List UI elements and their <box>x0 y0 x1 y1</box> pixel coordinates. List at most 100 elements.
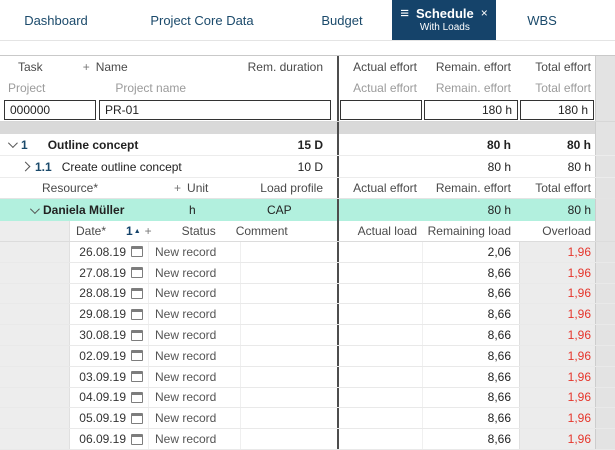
remaining-load-cell[interactable]: 8,66 <box>423 304 519 324</box>
calendar-icon[interactable] <box>126 412 148 424</box>
load-comment-cell[interactable] <box>240 283 337 304</box>
tab-schedule[interactable]: ≡ Schedule With Loads × <box>392 0 496 40</box>
tab-wbs[interactable]: WBS <box>496 0 588 40</box>
load-date-cell[interactable]: 03.09.19 <box>70 370 126 384</box>
load-comment-cell[interactable] <box>240 325 337 345</box>
load-status-cell[interactable]: New record <box>148 345 240 366</box>
actual-load-cell[interactable] <box>339 387 423 408</box>
tab-project-core-data[interactable]: Project Core Data <box>112 0 292 40</box>
load-comment-cell[interactable] <box>240 387 337 408</box>
calendar-icon[interactable] <box>126 267 148 279</box>
load-status-cell[interactable]: New record <box>148 242 240 262</box>
actual-load-cell[interactable] <box>339 429 423 449</box>
scrollbar-track[interactable] <box>595 242 615 262</box>
project-total-effort-field[interactable]: 180 h <box>520 99 594 120</box>
load-comment-cell[interactable] <box>240 429 337 449</box>
remaining-load-cell[interactable]: 8,66 <box>423 429 519 449</box>
calendar-icon[interactable] <box>126 308 148 320</box>
scrollbar-track[interactable] <box>595 56 615 78</box>
add-resource-icon[interactable]: + <box>174 181 181 195</box>
actual-load-cell[interactable] <box>339 325 423 345</box>
project-id-field[interactable]: 000000 <box>4 99 96 120</box>
scrollbar-track[interactable] <box>595 156 615 177</box>
task-name[interactable]: Create outline concept <box>62 160 182 174</box>
actual-load-cell[interactable] <box>339 345 423 366</box>
actual-load-cell[interactable] <box>339 262 423 283</box>
hamburger-menu-icon[interactable]: ≡ <box>400 5 409 22</box>
load-comment-cell[interactable] <box>240 366 337 387</box>
load-status-cell[interactable]: New record <box>148 325 240 345</box>
project-remain-effort-field[interactable]: 180 h <box>424 99 518 120</box>
scrollbar-track[interactable] <box>595 122 615 134</box>
resource-row-selected[interactable]: Daniela Müller h CAP 80 h 80 h <box>0 199 615 221</box>
load-status-cell[interactable]: New record <box>148 387 240 408</box>
load-date-cell[interactable]: 30.08.19 <box>70 328 126 342</box>
load-date-cell[interactable]: 26.08.19 <box>70 245 126 259</box>
calendar-icon[interactable] <box>126 371 148 383</box>
resource-name[interactable]: Daniela Müller <box>43 203 189 217</box>
load-date-cell[interactable]: 04.09.19 <box>70 390 126 404</box>
remaining-load-cell[interactable]: 8,66 <box>423 408 519 428</box>
calendar-icon[interactable] <box>126 246 148 258</box>
load-comment-cell[interactable] <box>240 262 337 283</box>
load-status-cell[interactable]: New record <box>148 283 240 304</box>
load-status-cell[interactable]: New record <box>148 262 240 283</box>
scrollbar-track[interactable] <box>595 408 615 429</box>
add-load-record-icon[interactable]: + <box>145 224 152 238</box>
load-status-cell[interactable]: New record <box>148 429 240 449</box>
scrollbar-track[interactable] <box>595 199 615 221</box>
scrollbar-track[interactable] <box>595 98 615 121</box>
calendar-icon[interactable] <box>126 433 148 445</box>
sort-ascending-control[interactable]: 1 ▲ <box>126 224 141 238</box>
load-comment-cell[interactable] <box>240 304 337 325</box>
load-date-cell[interactable]: 02.09.19 <box>70 349 126 363</box>
load-date-cell[interactable]: 27.08.19 <box>70 266 126 280</box>
chevron-down-icon[interactable] <box>29 203 40 214</box>
tab-dashboard[interactable]: Dashboard <box>0 0 112 40</box>
scrollbar-track[interactable] <box>595 345 615 366</box>
scrollbar-track[interactable] <box>595 387 615 408</box>
remaining-load-cell[interactable]: 8,66 <box>423 367 519 387</box>
remaining-load-cell[interactable]: 8,66 <box>423 325 519 345</box>
actual-load-cell[interactable] <box>339 242 423 262</box>
scrollbar-track[interactable] <box>595 178 615 198</box>
chevron-down-icon[interactable] <box>7 138 18 149</box>
load-date-cell[interactable]: 28.08.19 <box>70 286 126 300</box>
calendar-icon[interactable] <box>126 287 148 299</box>
calendar-icon[interactable] <box>126 391 148 403</box>
actual-load-cell[interactable] <box>339 408 423 429</box>
project-actual-effort-field[interactable] <box>340 99 422 120</box>
scrollbar-track[interactable] <box>595 429 615 449</box>
scrollbar-track[interactable] <box>595 262 615 283</box>
remaining-load-cell[interactable]: 2,06 <box>423 242 519 262</box>
remaining-load-cell[interactable]: 8,66 <box>423 388 519 408</box>
load-date-cell[interactable]: 29.08.19 <box>70 307 126 321</box>
load-date-cell[interactable]: 05.09.19 <box>70 411 126 425</box>
remaining-load-cell[interactable]: 8,66 <box>423 263 519 283</box>
remaining-load-cell[interactable]: 8,66 <box>423 284 519 304</box>
load-date-cell[interactable]: 06.09.19 <box>70 432 126 446</box>
add-task-icon[interactable]: + <box>83 60 90 74</box>
scrollbar-track[interactable] <box>595 325 615 345</box>
task-name[interactable]: Outline concept <box>48 138 139 152</box>
load-comment-cell[interactable] <box>240 408 337 429</box>
actual-load-cell[interactable] <box>339 366 423 387</box>
scrollbar-track[interactable] <box>595 221 615 241</box>
actual-load-cell[interactable] <box>339 283 423 304</box>
close-icon[interactable]: × <box>481 6 488 20</box>
scrollbar-track[interactable] <box>595 283 615 304</box>
scrollbar-track[interactable] <box>595 304 615 325</box>
load-comment-cell[interactable] <box>240 345 337 366</box>
actual-load-cell[interactable] <box>339 304 423 325</box>
calendar-icon[interactable] <box>126 329 148 341</box>
load-comment-cell[interactable] <box>240 242 337 262</box>
remaining-load-cell[interactable]: 8,66 <box>423 346 519 366</box>
scrollbar-track[interactable] <box>595 78 615 98</box>
load-status-cell[interactable]: New record <box>148 408 240 429</box>
scrollbar-track[interactable] <box>595 134 615 155</box>
project-name-field[interactable]: PR-01 <box>99 99 331 120</box>
tab-budget[interactable]: Budget <box>292 0 392 40</box>
calendar-icon[interactable] <box>126 350 148 362</box>
load-status-cell[interactable]: New record <box>148 366 240 387</box>
load-status-cell[interactable]: New record <box>148 304 240 325</box>
